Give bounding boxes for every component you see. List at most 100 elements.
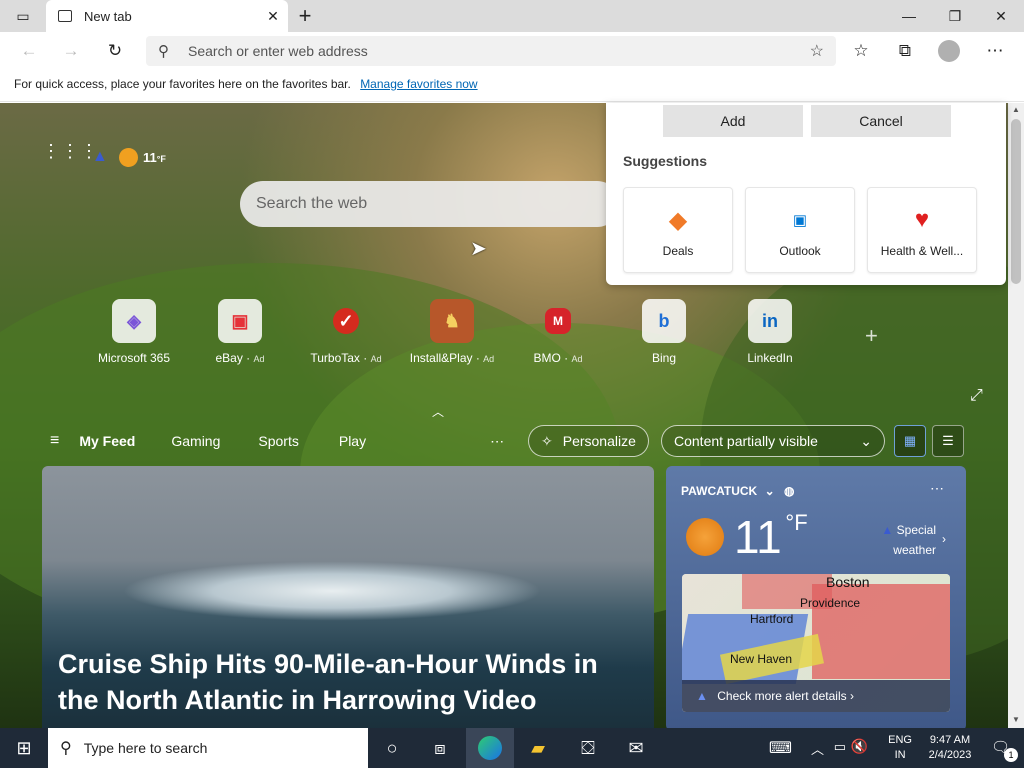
tab-my-feed[interactable]: My Feed xyxy=(79,433,135,449)
weather-card-temp: 11 xyxy=(734,511,782,563)
mail-icon[interactable]: ✉ xyxy=(612,728,660,768)
minimize-icon[interactable]: — xyxy=(886,0,932,32)
bing-icon: b xyxy=(642,299,686,343)
tile-label: Microsoft 365 xyxy=(97,351,171,365)
tile-linkedin[interactable]: in LinkedIn xyxy=(720,299,820,365)
suggestions-heading: Suggestions xyxy=(623,153,708,169)
search-icon: ⚲ xyxy=(158,43,169,60)
language-indicator[interactable]: ENG IN xyxy=(888,733,912,763)
more-menu-icon[interactable]: ⋯ xyxy=(982,38,1008,64)
suggestion-outlook[interactable]: ▣ Outlook xyxy=(745,187,855,273)
page-scrollbar[interactable]: ▲ ▼ xyxy=(1008,103,1024,728)
feed-nav: ≡ My Feed Gaming Sports Play ⋯ xyxy=(40,425,504,457)
weather-location[interactable]: PAWCATUCK xyxy=(681,484,757,498)
collections-icon[interactable]: ⧉ xyxy=(892,38,918,64)
maximize-icon[interactable]: ❐ xyxy=(932,0,978,32)
suggestion-health[interactable]: ♥ Health & Well... xyxy=(867,187,977,273)
tab-title: New tab xyxy=(84,8,132,24)
news-headline[interactable]: Cruise Ship Hits 90-Mile-an-Hour Winds i… xyxy=(58,646,638,718)
cortana-icon[interactable]: ○ xyxy=(368,728,416,768)
news-image xyxy=(122,561,542,621)
clock-time: 9:47 AM xyxy=(929,734,971,746)
chevron-down-icon: ⌄ xyxy=(860,432,872,449)
weather-summary[interactable]: 11°F xyxy=(143,150,166,165)
suggestion-label: Deals xyxy=(662,244,694,258)
menu-icon[interactable]: ≡ xyxy=(50,432,59,450)
content-visibility-value: Content partially visible xyxy=(674,433,818,449)
favorites-icon[interactable]: ☆ xyxy=(848,38,874,64)
tile-ebay[interactable]: ▣ eBay · Ad xyxy=(190,299,290,365)
volume-muted-icon[interactable]: 🔇 xyxy=(851,738,868,755)
tab-sports[interactable]: Sports xyxy=(258,433,298,449)
new-tab-icon[interactable]: + xyxy=(282,0,328,32)
suggestion-deals[interactable]: ◆ Deals xyxy=(623,187,733,273)
ad-badge: Ad xyxy=(253,354,265,364)
chevron-right-icon: › xyxy=(849,689,854,703)
file-explorer-icon[interactable]: ▰ xyxy=(514,728,562,768)
weather-map[interactable]: Boston Providence Hartford New Haven ▲ C… xyxy=(682,574,950,712)
expand-icon[interactable]: ⤢ xyxy=(970,387,983,405)
list-layout-icon[interactable]: ☰ xyxy=(932,425,964,457)
tile-label: Bing xyxy=(651,351,677,365)
add-shortcut-icon[interactable]: + xyxy=(865,323,878,349)
back-icon[interactable]: ← xyxy=(16,38,42,64)
taskbar: ⊞ ⚲ Type here to search ○ ⧈ ▰ ⛋ ✉ ⌨ ︿ ▭ … xyxy=(0,728,1024,768)
tile-install-play[interactable]: ♞ Install&Play · Ad xyxy=(402,299,502,365)
personalize-button[interactable]: ✧ Personalize xyxy=(528,425,649,457)
apps-launcher-icon[interactable]: ⋮⋮⋮ xyxy=(42,142,99,160)
add-favorite-icon[interactable]: ☆ xyxy=(810,41,824,61)
windows-start-icon[interactable]: ⊞ xyxy=(0,728,48,768)
collapse-chevron-icon[interactable]: ︿ xyxy=(432,403,444,420)
tile-microsoft-365[interactable]: ◈ Microsoft 365 xyxy=(84,299,184,365)
more-options-icon[interactable]: ⋯ xyxy=(930,480,944,497)
tab-gaming[interactable]: Gaming xyxy=(171,433,220,449)
address-bar[interactable]: ⚲ Search or enter web address ☆ xyxy=(146,36,836,66)
address-placeholder: Search or enter web address xyxy=(188,43,368,59)
refresh-icon[interactable]: ↻ xyxy=(102,38,128,64)
grid-layout-icon[interactable]: ▦ xyxy=(894,425,926,457)
add-favorite-popup: Add Cancel Suggestions ◆ Deals ▣ Outlook… xyxy=(606,103,1006,285)
close-window-icon[interactable]: ✕ xyxy=(978,0,1024,32)
more-tabs-icon[interactable]: ⋯ xyxy=(490,433,504,450)
tab-new-tab[interactable]: New tab ✕ xyxy=(46,0,288,32)
title-bar: ▭ New tab ✕ + — ❐ ✕ xyxy=(0,0,1024,32)
tile-turbotax[interactable]: ✓ TurboTax · Ad xyxy=(296,299,396,365)
clock[interactable]: 9:47 AM 2/4/2023 xyxy=(920,733,980,763)
chevron-right-icon[interactable]: › xyxy=(942,532,946,546)
task-view-icon[interactable]: ⧈ xyxy=(416,728,464,768)
globe-icon[interactable]: ◍ xyxy=(784,484,794,498)
weather-card[interactable]: PAWCATUCK ⌄ ◍ ⋯ 11 °F ▲ Special weather … xyxy=(666,466,966,728)
show-hidden-icons[interactable]: ︿ xyxy=(811,739,824,758)
taskbar-search-input[interactable]: ⚲ Type here to search xyxy=(48,728,368,768)
special-weather-alert[interactable]: ▲ Special weather xyxy=(876,520,936,560)
tab-actions-icon[interactable]: ▭ xyxy=(0,0,46,32)
forward-icon[interactable]: → xyxy=(58,38,84,64)
weather-unit: °F xyxy=(156,154,166,164)
suggestion-label: Health & Well... xyxy=(880,244,964,258)
personalize-label: Personalize xyxy=(562,433,636,449)
ad-badge: Ad xyxy=(370,354,382,364)
store-icon[interactable]: ⛋ xyxy=(564,728,612,768)
add-button[interactable]: Add xyxy=(663,105,803,137)
tile-bing[interactable]: b Bing xyxy=(614,299,714,365)
cancel-button[interactable]: Cancel xyxy=(811,105,951,137)
manage-favorites-link[interactable]: Manage favorites now xyxy=(360,77,477,91)
tile-bmo[interactable]: M BMO · Ad xyxy=(508,299,608,365)
content-visibility-dropdown[interactable]: Content partially visible ⌄ xyxy=(661,425,885,457)
sparkle-icon: ✧ xyxy=(541,432,553,449)
news-card[interactable]: Cruise Ship Hits 90-Mile-an-Hour Winds i… xyxy=(42,466,654,728)
notification-count: 1 xyxy=(1004,748,1018,762)
keyboard-icon[interactable]: ⌨ xyxy=(769,738,792,758)
tab-play[interactable]: Play xyxy=(339,433,366,449)
scroll-up-icon[interactable]: ▲ xyxy=(1012,105,1020,114)
alert-details-link[interactable]: ▲ Check more alert details › xyxy=(682,680,950,712)
web-search-input[interactable]: Search the web xyxy=(240,181,620,227)
profile-avatar[interactable] xyxy=(936,38,962,64)
network-icon[interactable]: ▭ xyxy=(834,739,846,755)
scroll-down-icon[interactable]: ▼ xyxy=(1012,715,1020,724)
game-icon: ♞ xyxy=(430,299,474,343)
edge-icon[interactable] xyxy=(466,728,514,768)
scrollbar-thumb[interactable] xyxy=(1011,119,1021,284)
chevron-down-icon[interactable]: ⌄ xyxy=(765,484,775,498)
microsoft-365-icon: ◈ xyxy=(112,299,156,343)
